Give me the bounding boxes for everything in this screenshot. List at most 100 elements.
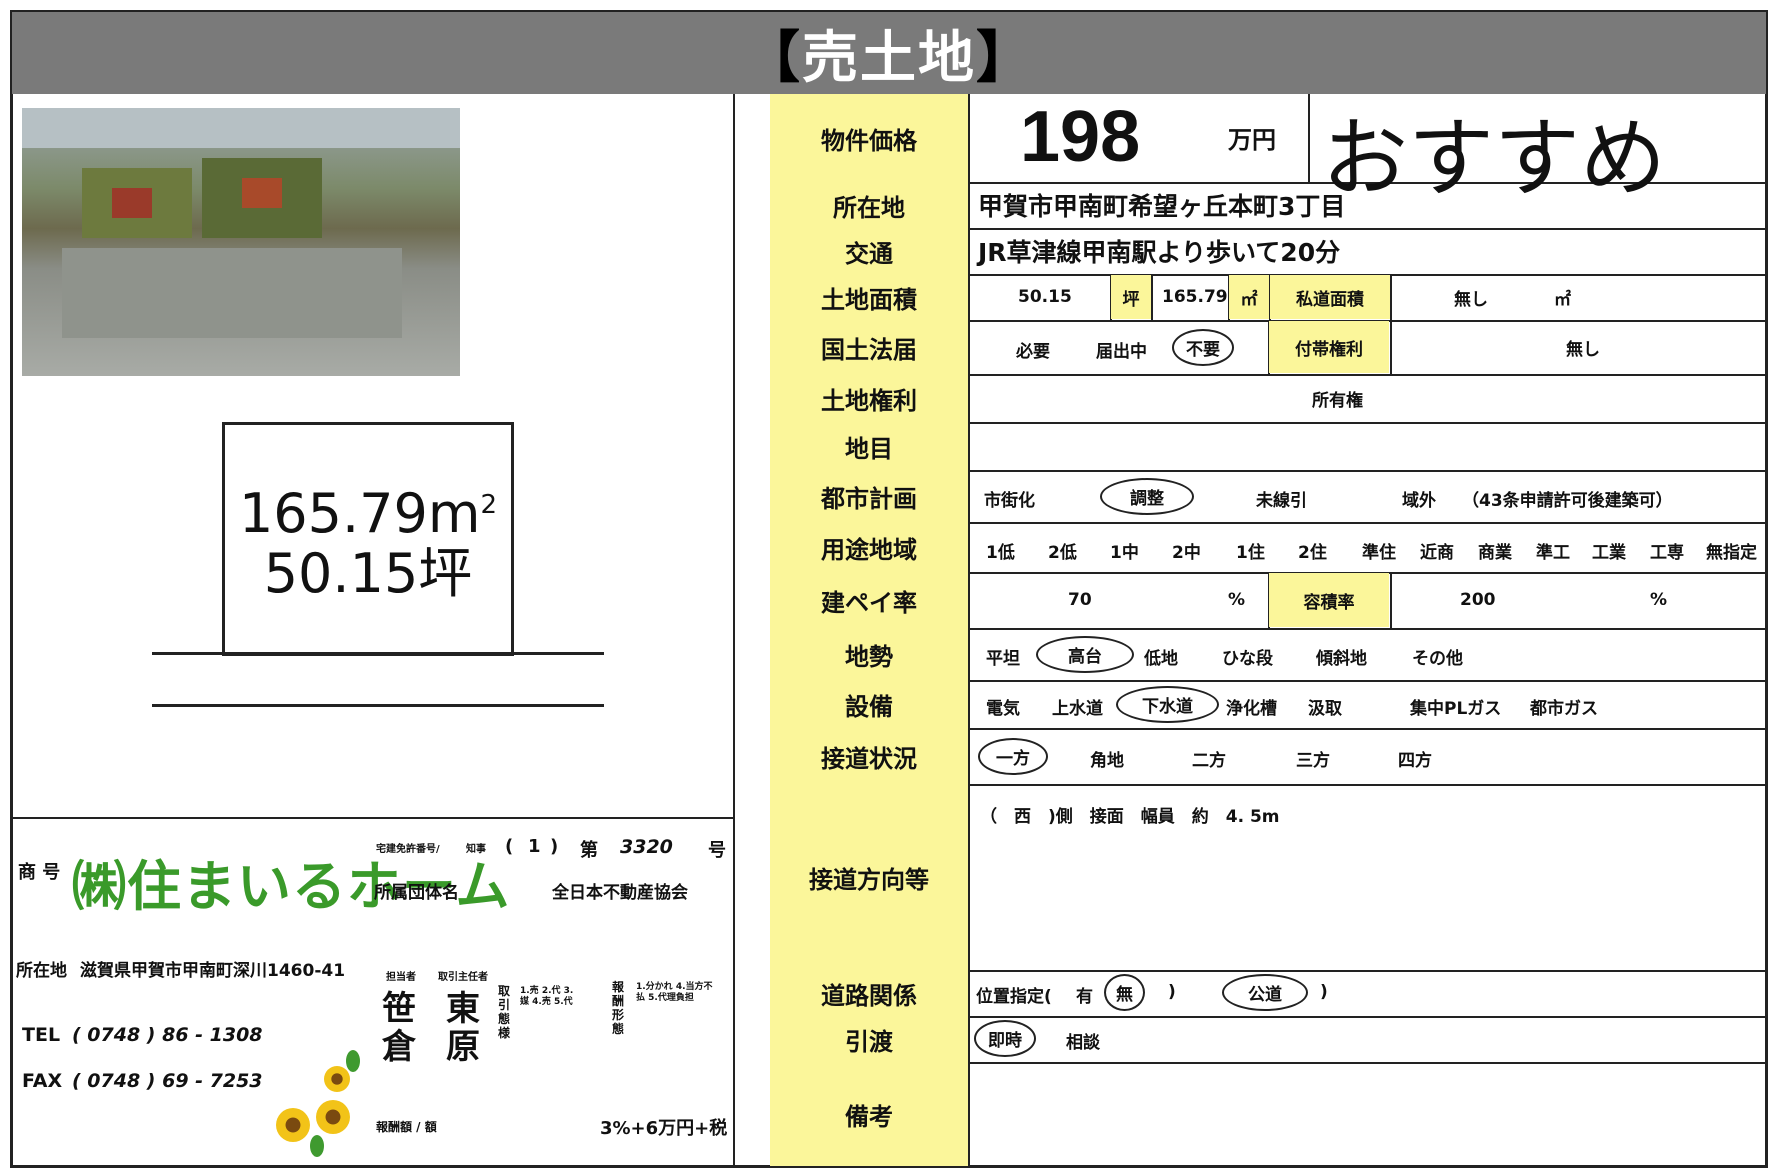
left-panel-border — [733, 94, 735, 1166]
label-road-access: 接道状況 — [770, 728, 968, 784]
road-relation-prefix: 位置指定( — [976, 987, 1052, 1007]
license-paren-close: ) — [550, 836, 559, 857]
header-bracket-close: 】 — [976, 25, 1034, 91]
label-facilities: 設備 — [770, 680, 968, 728]
label-city-planning: 都市計画 — [770, 470, 968, 522]
terrain-opt: 傾斜地 — [1316, 649, 1367, 669]
license-paren-open: ( — [505, 836, 514, 857]
staff-name: 笹倉 — [382, 989, 416, 1067]
zoning-opt: 工業 — [1592, 543, 1626, 563]
city-opt-outside: 域外 — [1402, 491, 1436, 511]
zoning-opt: 無指定 — [1706, 543, 1757, 563]
assoc-name: 全日本不動産協会 — [552, 883, 688, 903]
road-access-opt: 三方 — [1296, 751, 1330, 771]
transport-value: JR草津線甲南駅より歩いて20分 — [978, 238, 1341, 267]
facility-opt: 集中PLガス — [1410, 699, 1502, 719]
road-line-bottom — [152, 704, 604, 707]
city-opt-unzoned: 未線引 — [1256, 491, 1307, 511]
road-access-opt: 二方 — [1192, 751, 1226, 771]
facility-opt: 都市ガス — [1530, 699, 1598, 719]
terrain-opt-selected: 高台 — [1036, 636, 1134, 673]
license-no: 3320 — [620, 836, 673, 858]
label-handover: 引渡 — [770, 1016, 968, 1062]
fee-form-label: 報酬形態 — [612, 980, 625, 1036]
label-zoning: 用途地域 — [770, 522, 968, 572]
city-planning-note: （43条申請許可後建築可） — [1462, 491, 1673, 511]
road-access-opt-selected: 一方 — [978, 738, 1048, 775]
recommend-tagline: おすすめ — [1322, 109, 1666, 209]
road-relation-close2: ) — [1320, 982, 1328, 1002]
license-go: 号 — [708, 840, 726, 861]
kokudo-opt-required: 必要 — [1016, 342, 1050, 362]
tsubo-unit: 坪 — [1111, 275, 1151, 319]
leaf-icon — [346, 1050, 360, 1072]
price-unit: 万円 — [1228, 126, 1276, 154]
facility-opt: 上水道 — [1052, 699, 1103, 719]
city-opt-adjustment: 調整 — [1100, 478, 1194, 515]
road-relation-yes: 有 — [1076, 987, 1093, 1007]
road-relation-public: 公道 — [1222, 974, 1308, 1011]
private-road-unit: ㎡ — [1554, 289, 1571, 310]
lot-area-sqm-sup: 2 — [480, 489, 498, 520]
zoning-opt: 1低 — [986, 543, 1015, 563]
land-rights-value: 所有権 — [1312, 390, 1363, 411]
terrain-opt: その他 — [1412, 649, 1463, 669]
label-far: 容積率 — [1269, 573, 1389, 627]
land-area-sqm: 165.79 — [1162, 287, 1228, 307]
label-road-relation: 道路関係 — [770, 970, 968, 1016]
location-value: 甲賀市甲南町希望ヶ丘本町3丁目 — [978, 192, 1346, 221]
private-road-value: 無し — [1454, 289, 1488, 310]
coverage-value: 70 — [1068, 590, 1092, 610]
manager-name: 東原 — [446, 989, 480, 1067]
road-access-opt: 角地 — [1090, 751, 1124, 771]
tel-number: ( 0748 ) 86 - 1308 — [72, 1024, 263, 1046]
zoning-opt: 工専 — [1650, 543, 1684, 563]
company-divider — [12, 817, 733, 819]
facility-opt: 浄化槽 — [1226, 699, 1277, 719]
zoning-opt: 商業 — [1478, 543, 1512, 563]
sunflower-icon — [276, 1108, 310, 1142]
address-label: 所在地 — [16, 961, 67, 981]
label-ancillary-rights: 付帯権利 — [1269, 321, 1389, 373]
far-unit: % — [1650, 590, 1668, 610]
zoning-opt: 準住 — [1362, 543, 1396, 563]
zoning-opt: 2中 — [1172, 543, 1201, 563]
price-value: 198 — [1020, 97, 1141, 177]
label-terrain: 地勢 — [770, 628, 968, 680]
kokudo-opt-pending: 届出中 — [1096, 342, 1147, 362]
label-transport: 交通 — [770, 228, 968, 274]
license-label: 宅建免許番号/ — [376, 844, 440, 855]
road-direction-value: （ 西 )側 接面 幅員 約 4. 5m — [980, 807, 1280, 827]
zoning-opt: 準工 — [1536, 543, 1570, 563]
label-location: 所在地 — [770, 182, 968, 228]
license-kind: 知事 — [466, 844, 486, 855]
fax-number: ( 0748 ) 69 - 7253 — [72, 1070, 263, 1092]
facility-opt-selected: 下水道 — [1116, 686, 1219, 723]
sunflower-icon — [324, 1066, 350, 1092]
fee-value: 3%+6万円+税 — [600, 1118, 728, 1139]
label-road-direction: 接道方向等 — [770, 784, 968, 970]
zoning-opt: 2住 — [1298, 543, 1327, 563]
license-number: 1 — [528, 836, 541, 857]
lot-area-tsubo: 50.15坪 — [263, 541, 473, 605]
far-value: 200 — [1460, 590, 1496, 610]
property-photo — [22, 108, 460, 376]
kokudo-opt-not-required: 不要 — [1172, 329, 1234, 366]
label-remarks: 備考 — [770, 1062, 968, 1166]
fee-label: 報酬額 / 額 — [376, 1120, 437, 1134]
road-relation-close1: ) — [1168, 982, 1176, 1002]
zoning-opt: 1住 — [1236, 543, 1265, 563]
label-kokudo: 国土法届 — [770, 320, 968, 374]
terrain-opt: 平坦 — [986, 649, 1020, 669]
city-opt-urbanization: 市街化 — [984, 491, 1035, 511]
lot-area-sqm: 165.79m — [238, 481, 481, 545]
label-coverage: 建ペイ率 — [770, 572, 968, 628]
fax-label: FAX — [22, 1070, 63, 1092]
trade-label: 商 号 — [18, 862, 61, 883]
lot-area-diagram: 165.79m2 50.15坪 — [222, 422, 514, 656]
staff-label: 担当者 — [386, 972, 416, 983]
sunflower-icon — [316, 1100, 350, 1134]
label-land-rights: 土地権利 — [770, 374, 968, 422]
road-line-top — [152, 652, 604, 655]
license-dai: 第 — [580, 840, 598, 861]
